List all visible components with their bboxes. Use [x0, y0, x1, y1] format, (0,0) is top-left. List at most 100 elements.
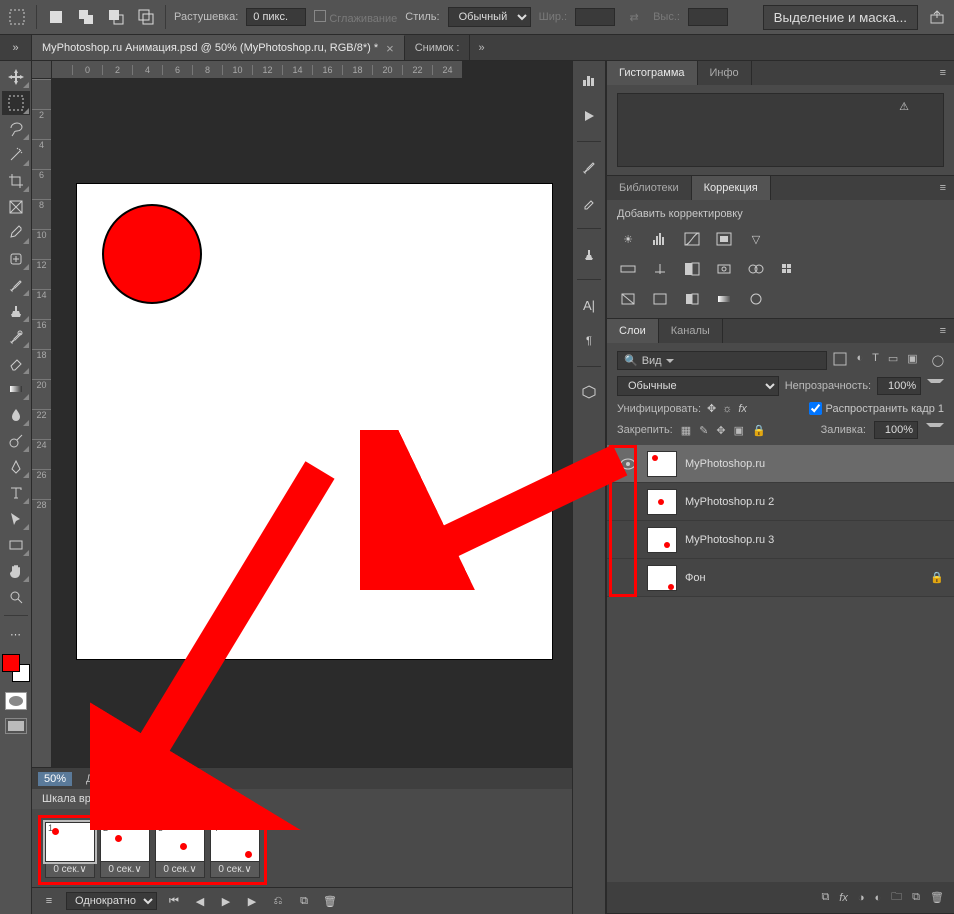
info-tab[interactable]: Инфо: [698, 61, 752, 85]
timeline-menu-icon[interactable]: ≡: [40, 892, 58, 910]
lock-position-icon[interactable]: ✥: [716, 424, 725, 437]
libraries-tab[interactable]: Библиотеки: [607, 176, 692, 200]
canvas[interactable]: [77, 184, 552, 659]
frame-delay[interactable]: 0 сек.∨: [100, 862, 150, 878]
layer-row[interactable]: MyPhotoshop.ru 2: [607, 483, 954, 521]
close-icon[interactable]: ×: [386, 41, 394, 56]
propagate-checkbox-input[interactable]: [809, 402, 822, 415]
selective-color-icon[interactable]: [745, 288, 767, 310]
hue-icon[interactable]: [617, 258, 639, 280]
canvas-area[interactable]: [52, 79, 572, 767]
loop-select[interactable]: Однократно: [66, 892, 157, 910]
propagate-frame-checkbox[interactable]: Распространить кадр 1: [809, 402, 944, 415]
healing-brush-tool-icon[interactable]: [2, 247, 30, 271]
adjustments-tab[interactable]: Коррекция: [692, 176, 771, 200]
tab-overflow[interactable]: »: [470, 35, 492, 60]
marquee-tool-icon[interactable]: [2, 91, 30, 115]
hand-tool-icon[interactable]: [2, 559, 30, 583]
levels-icon[interactable]: [649, 228, 671, 250]
filter-shape-icon[interactable]: ▭: [888, 352, 898, 369]
color-swatches[interactable]: [2, 654, 30, 682]
play-icon[interactable]: ▶: [217, 892, 235, 910]
photo-filter-icon[interactable]: [713, 258, 735, 280]
curves-icon[interactable]: [681, 228, 703, 250]
channels-tab[interactable]: Каналы: [659, 319, 723, 343]
blur-tool-icon[interactable]: [2, 403, 30, 427]
delete-frame-icon[interactable]: 🗑: [321, 892, 339, 910]
pen-tool-icon[interactable]: [2, 455, 30, 479]
next-frame-icon[interactable]: ▶: [243, 892, 261, 910]
filter-pixel-icon[interactable]: [833, 352, 847, 369]
link-layers-icon[interactable]: ⧉: [821, 891, 829, 904]
layer-mask-icon[interactable]: ◑: [858, 892, 865, 904]
filter-smart-icon[interactable]: ▣: [907, 352, 917, 369]
clone-stamp-tool-icon[interactable]: [2, 299, 30, 323]
frame-delay[interactable]: 0 сек.∨: [155, 862, 205, 878]
eraser-tool-icon[interactable]: [2, 351, 30, 375]
lock-pixels-icon[interactable]: ✎: [699, 424, 708, 437]
channel-mixer-icon[interactable]: [745, 258, 767, 280]
timeline-frame[interactable]: 10 сек.∨: [45, 822, 95, 878]
threshold-icon[interactable]: [681, 288, 703, 310]
lock-all-icon[interactable]: 🔒: [752, 424, 766, 437]
color-balance-icon[interactable]: [649, 258, 671, 280]
dodge-tool-icon[interactable]: [2, 429, 30, 453]
add-selection-icon[interactable]: [75, 6, 97, 28]
layer-group-icon[interactable]: 🗀: [891, 888, 902, 907]
crop-tool-icon[interactable]: [2, 169, 30, 193]
dock-paragraph-icon[interactable]: ¶: [586, 330, 592, 352]
brightness-icon[interactable]: ☀: [617, 228, 639, 250]
frame-tool-icon[interactable]: [2, 195, 30, 219]
new-layer-icon[interactable]: ⧉: [912, 891, 920, 904]
document-tab-2[interactable]: Снимок :: [405, 35, 471, 60]
rectangle-tool-icon[interactable]: [2, 533, 30, 557]
quick-mask-icon[interactable]: [5, 692, 27, 710]
style-select[interactable]: Обычный: [448, 7, 531, 27]
zoom-tool-icon[interactable]: [2, 585, 30, 609]
first-frame-icon[interactable]: ⏮: [165, 892, 183, 910]
timeline-frame[interactable]: 30 сек.∨: [155, 822, 205, 878]
panel-menu-icon[interactable]: ≡: [932, 67, 954, 79]
dock-brush-icon[interactable]: [581, 156, 597, 178]
layer-row[interactable]: Фон🔒: [607, 559, 954, 597]
select-and-mask-button[interactable]: Выделение и маска...: [763, 5, 918, 30]
prev-frame-icon[interactable]: ◀: [191, 892, 209, 910]
fill-input[interactable]: [874, 421, 918, 439]
history-brush-tool-icon[interactable]: [2, 325, 30, 349]
layer-filter-kind[interactable]: 🔍 Вид: [617, 351, 827, 370]
unify-visibility-icon[interactable]: ☼: [722, 403, 732, 415]
status-chevron-icon[interactable]: ›: [189, 773, 193, 785]
tween-icon[interactable]: ⎌: [269, 892, 287, 910]
screen-mode-icon[interactable]: [5, 718, 27, 734]
panel-menu-icon[interactable]: ≡: [932, 182, 954, 194]
layer-row[interactable]: MyPhotoshop.ru 3: [607, 521, 954, 559]
subtract-selection-icon[interactable]: [105, 6, 127, 28]
fill-dropdown-icon[interactable]: [926, 423, 944, 441]
type-tool-icon[interactable]: [2, 481, 30, 505]
filter-toggle-icon[interactable]: ◯: [932, 354, 944, 367]
adjustment-layer-icon[interactable]: ◐: [875, 892, 882, 904]
foreground-color-swatch[interactable]: [2, 654, 20, 672]
color-lookup-icon[interactable]: [777, 258, 799, 280]
unify-style-icon[interactable]: fx: [738, 403, 747, 415]
layer-row[interactable]: MyPhotoshop.ru: [607, 445, 954, 483]
move-tool-icon[interactable]: [2, 65, 30, 89]
feather-input[interactable]: [246, 8, 306, 26]
path-selection-tool-icon[interactable]: [2, 507, 30, 531]
exposure-icon[interactable]: [713, 228, 735, 250]
dock-play-icon[interactable]: [582, 105, 596, 127]
timeline-frame[interactable]: 20 сек.∨: [100, 822, 150, 878]
dock-brush-settings-icon[interactable]: [581, 192, 597, 214]
document-tab-active[interactable]: MyPhotoshop.ru Анимация.psd @ 50% (MyPho…: [32, 35, 405, 60]
bw-icon[interactable]: [681, 258, 703, 280]
magic-wand-tool-icon[interactable]: [2, 143, 30, 167]
eyedropper-tool-icon[interactable]: [2, 221, 30, 245]
opacity-dropdown-icon[interactable]: [927, 379, 944, 397]
gradient-tool-icon[interactable]: [2, 377, 30, 401]
filter-type-icon[interactable]: T: [872, 352, 879, 369]
dock-clone-icon[interactable]: [581, 243, 597, 265]
warning-icon[interactable]: ⚠: [899, 100, 909, 113]
dock-3d-icon[interactable]: [581, 381, 597, 403]
share-icon[interactable]: [926, 6, 948, 28]
edit-toolbar-icon[interactable]: ⋯: [2, 622, 30, 646]
